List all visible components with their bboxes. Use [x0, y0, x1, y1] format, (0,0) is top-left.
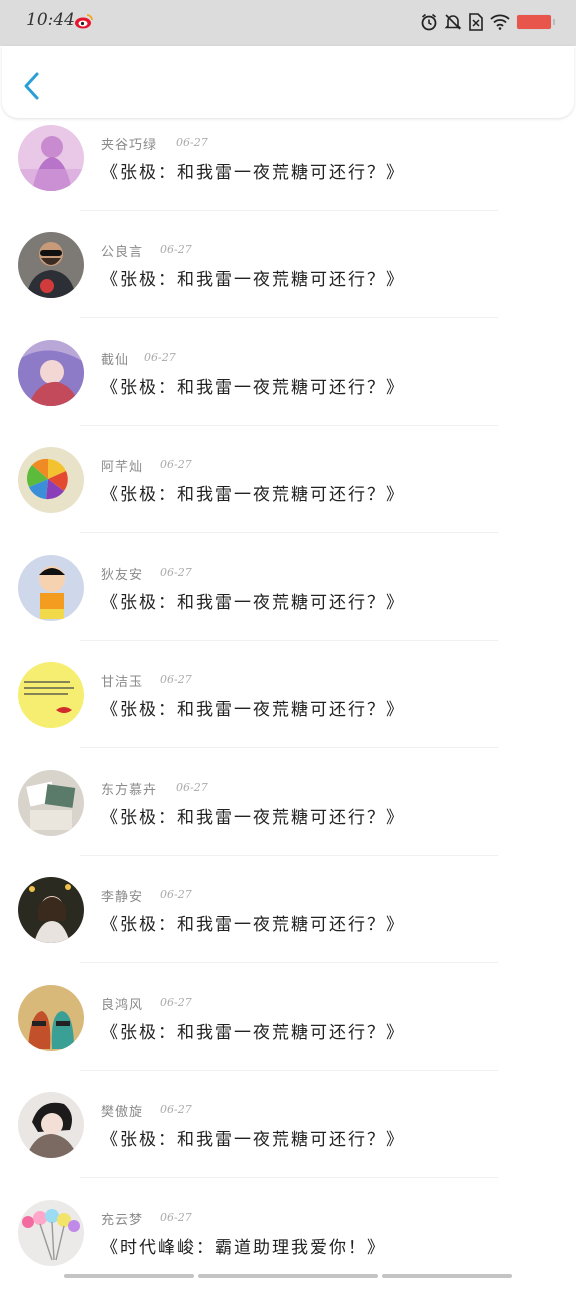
- article-title[interactable]: 《张极：和我雷一夜荒糖可还行？》: [101, 265, 405, 290]
- avatar[interactable]: [18, 447, 84, 513]
- author-name: 公良言: [101, 245, 144, 260]
- top-app-bar: [2, 46, 574, 118]
- article-title[interactable]: 《张极：和我雷一夜荒糖可还行？》: [101, 1125, 405, 1150]
- gesture-bar: [0, 1274, 576, 1280]
- author-name: 良鸿风: [101, 998, 144, 1013]
- post-date: 06-27: [160, 996, 192, 1009]
- post-date: 06-27: [160, 458, 192, 471]
- avatar[interactable]: [18, 232, 84, 298]
- post-date: 06-27: [160, 888, 192, 901]
- status-bar: 10:44: [0, 0, 576, 46]
- divider: [80, 1070, 498, 1071]
- article-title[interactable]: 《张极：和我雷一夜荒糖可还行？》: [101, 480, 405, 505]
- author-name: 李静安: [101, 890, 144, 905]
- post-date: 06-27: [176, 136, 208, 149]
- status-time: 10:44: [26, 10, 75, 30]
- sim-icon: [468, 13, 484, 31]
- post-date: 06-27: [160, 1211, 192, 1224]
- list-item[interactable]: 樊傲旋 06-27 《张极：和我雷一夜荒糖可还行？》: [0, 1085, 576, 1193]
- article-title[interactable]: 《张极：和我雷一夜荒糖可还行？》: [101, 1018, 405, 1043]
- author-name: 夹谷巧绿: [101, 138, 158, 153]
- divider: [80, 962, 498, 963]
- mute-icon: [444, 13, 462, 31]
- author-name: 狄友安: [101, 568, 144, 583]
- alarm-icon: [420, 13, 438, 31]
- article-title[interactable]: 《张极：和我雷一夜荒糖可还行？》: [101, 803, 405, 828]
- article-title[interactable]: 《张极：和我雷一夜荒糖可还行？》: [101, 910, 405, 935]
- list-item[interactable]: 狄友安 06-27 《张极：和我雷一夜荒糖可还行？》: [0, 548, 576, 656]
- article-title[interactable]: 《张极：和我雷一夜荒糖可还行？》: [101, 158, 405, 183]
- battery-icon: [516, 14, 555, 30]
- article-title[interactable]: 《张极：和我雷一夜荒糖可还行？》: [101, 695, 405, 720]
- author-name: 东方慕卉: [101, 783, 158, 798]
- article-title[interactable]: 《张极：和我雷一夜荒糖可还行？》: [101, 588, 405, 613]
- post-date: 06-27: [160, 243, 192, 256]
- divider: [80, 317, 498, 318]
- avatar[interactable]: [18, 555, 84, 621]
- post-date: 06-27: [160, 1103, 192, 1116]
- avatar[interactable]: [18, 340, 84, 406]
- list-item[interactable]: 截仙 06-27 《张极：和我雷一夜荒糖可还行？》: [0, 333, 576, 441]
- divider: [80, 532, 498, 533]
- list-item[interactable]: 阿芊灿 06-27 《张极：和我雷一夜荒糖可还行？》: [0, 440, 576, 548]
- post-date: 06-27: [160, 673, 192, 686]
- divider: [80, 747, 498, 748]
- wifi-icon: [490, 14, 510, 30]
- avatar[interactable]: [18, 877, 84, 943]
- post-date: 06-27: [160, 566, 192, 579]
- list-item[interactable]: 充云梦 06-27 《时代峰峻：霸道助理我爱你！》: [0, 1193, 576, 1301]
- author-name: 阿芊灿: [101, 460, 144, 475]
- list-item[interactable]: 东方慕卉 06-27 《张极：和我雷一夜荒糖可还行？》: [0, 763, 576, 871]
- list-item[interactable]: 李静安 06-27 《张极：和我雷一夜荒糖可还行？》: [0, 870, 576, 978]
- article-title[interactable]: 《张极：和我雷一夜荒糖可还行？》: [101, 373, 405, 398]
- author-name: 截仙: [101, 353, 130, 368]
- weibo-icon: [74, 12, 94, 30]
- list-item[interactable]: 夹谷巧绿 06-27 《张极：和我雷一夜荒糖可还行？》: [0, 118, 576, 226]
- avatar[interactable]: [18, 770, 84, 836]
- post-date: 06-27: [176, 781, 208, 794]
- list-item[interactable]: 甘洁玉 06-27 《张极：和我雷一夜荒糖可还行？》: [0, 655, 576, 763]
- divider: [80, 425, 498, 426]
- avatar[interactable]: [18, 1200, 84, 1266]
- list-item[interactable]: 公良言 06-27 《张极：和我雷一夜荒糖可还行？》: [0, 225, 576, 333]
- author-name: 充云梦: [101, 1213, 144, 1228]
- divider: [80, 640, 498, 641]
- divider: [80, 1177, 498, 1178]
- avatar[interactable]: [18, 1092, 84, 1158]
- divider: [80, 210, 498, 211]
- avatar[interactable]: [18, 125, 84, 191]
- divider: [80, 855, 498, 856]
- chevron-left-icon[interactable]: [20, 70, 44, 102]
- avatar[interactable]: [18, 662, 84, 728]
- author-name: 甘洁玉: [101, 675, 144, 690]
- article-title[interactable]: 《时代峰峻：霸道助理我爱你！》: [101, 1233, 386, 1258]
- list-item[interactable]: 良鸿风 06-27 《张极：和我雷一夜荒糖可还行？》: [0, 978, 576, 1086]
- author-name: 樊傲旋: [101, 1105, 144, 1120]
- avatar[interactable]: [18, 985, 84, 1051]
- post-date: 06-27: [144, 351, 176, 364]
